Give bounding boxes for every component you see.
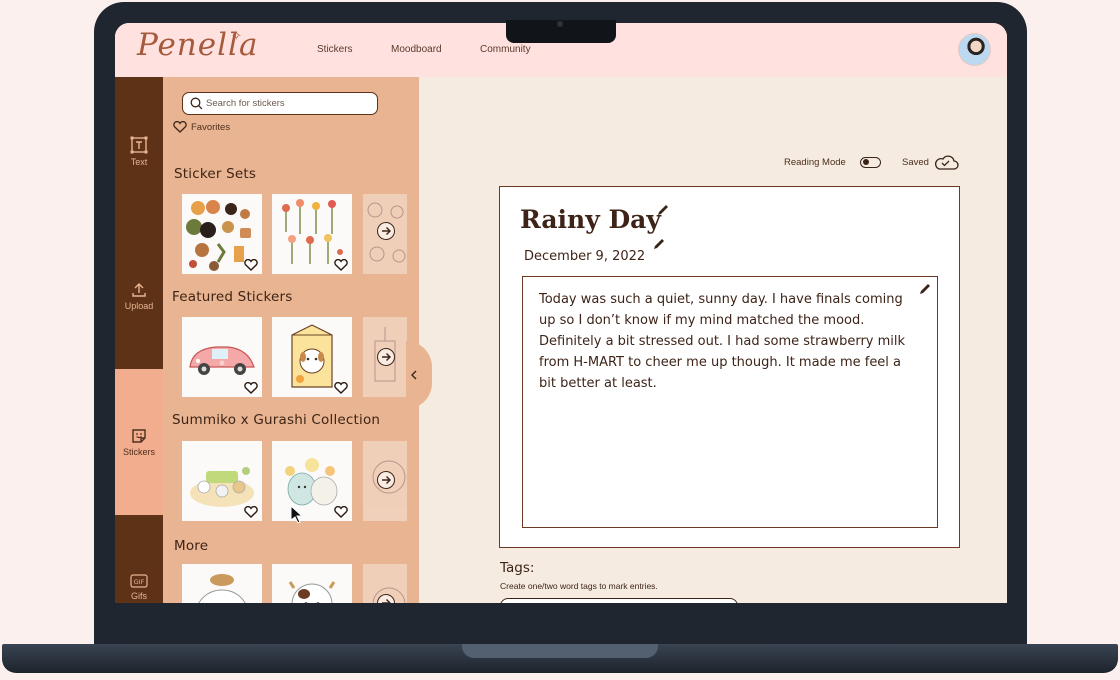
sticker-set-tile[interactable]: [272, 194, 352, 274]
rail-item-upload[interactable]: Upload: [115, 281, 163, 311]
sticker-set-tile[interactable]: [182, 194, 262, 274]
rail-item-text[interactable]: Text: [115, 135, 163, 167]
mouse-pointer-icon: [290, 505, 302, 523]
favorite-heart-icon[interactable]: [334, 382, 348, 394]
favorites-filter[interactable]: Favorites: [173, 121, 230, 133]
scroll-next-arrow[interactable]: [377, 471, 395, 489]
sticker-icon: [132, 429, 146, 443]
favorite-heart-icon[interactable]: [334, 506, 348, 518]
text-tool-icon: [130, 136, 148, 154]
reading-mode-toggle[interactable]: [860, 157, 881, 168]
rail-item-gifs[interactable]: GIF Gifs: [115, 573, 163, 601]
section-title-featured-stickers: Featured Stickers: [172, 289, 293, 305]
section-title-sticker-sets: Sticker Sets: [174, 166, 257, 182]
more-sticker-tile[interactable]: [182, 564, 262, 603]
camera-icon: [557, 21, 563, 27]
favorite-heart-icon[interactable]: [244, 382, 258, 394]
rail-label: Gifs: [130, 591, 147, 601]
collection-sticker-tile[interactable]: [272, 441, 352, 521]
rail-label: Stickers: [122, 447, 155, 457]
gif-icon: GIF: [130, 574, 148, 588]
search-input[interactable]: [206, 95, 374, 112]
scroll-next-arrow[interactable]: [377, 348, 395, 366]
journal-entry-card: Rainy Day December 9, 2022 Today was suc…: [499, 186, 960, 548]
bunny-sticker-image: [198, 574, 246, 603]
entry-title[interactable]: Rainy Day: [520, 205, 661, 234]
nav-link-community[interactable]: Community: [480, 44, 531, 55]
sparkle-icon: ✧: [231, 29, 242, 44]
search-icon: [190, 97, 203, 110]
arrow-right-icon: [382, 476, 391, 484]
tool-rail: Text Upload Stickers GIF Gifs: [115, 77, 163, 603]
featured-sticker-tile[interactable]: [182, 317, 262, 397]
section-title-more: More: [174, 538, 209, 554]
arrow-right-icon: [382, 599, 391, 603]
collection-sticker-tile[interactable]: [182, 441, 262, 521]
user-avatar[interactable]: [958, 33, 991, 66]
reading-mode-label: Reading Mode: [784, 157, 846, 168]
sticker-panel: Favorites Sticker Sets Fe: [163, 77, 419, 603]
featured-sticker-tile[interactable]: [272, 317, 352, 397]
rail-dark-block: [115, 77, 163, 369]
rail-item-stickers[interactable]: Stickers: [115, 427, 163, 457]
sticker-search[interactable]: [182, 92, 378, 115]
nav-link-stickers[interactable]: Stickers: [317, 44, 353, 55]
rail-label: Text: [130, 157, 148, 167]
entry-body-box[interactable]: Today was such a quiet, sunny day. I hav…: [522, 276, 938, 528]
favorite-heart-icon[interactable]: [244, 259, 258, 271]
nav-link-moodboard[interactable]: Moodboard: [391, 44, 442, 55]
section-title-collection: Summiko x Gurashi Collection: [172, 412, 381, 428]
tags-hint: Create one/two word tags to mark entries…: [500, 581, 658, 591]
cloud-saved-icon: [935, 155, 959, 170]
arrow-right-icon: [382, 353, 391, 361]
cow-sticker-image: [288, 581, 336, 603]
scroll-next-arrow[interactable]: [377, 222, 395, 240]
app-screen: Penella ✧ Stickers Moodboard Community T…: [115, 23, 1007, 603]
more-sticker-tile[interactable]: [272, 564, 352, 603]
upload-icon: [132, 283, 146, 297]
tags-input[interactable]: [500, 598, 738, 603]
chevron-left-icon: [411, 370, 417, 380]
laptop-hinge: [462, 644, 658, 658]
heart-icon: [173, 121, 187, 133]
save-status: Saved: [902, 157, 929, 168]
edit-body-pencil-icon[interactable]: [918, 282, 932, 296]
favorite-heart-icon[interactable]: [334, 259, 348, 271]
edit-date-pencil-icon[interactable]: [652, 237, 666, 251]
edit-title-pencil-icon[interactable]: [656, 203, 670, 217]
rail-label: Upload: [124, 301, 154, 311]
svg-text:GIF: GIF: [134, 578, 145, 586]
entry-date[interactable]: December 9, 2022: [524, 249, 645, 264]
favorites-label: Favorites: [191, 121, 231, 133]
collapse-panel-button[interactable]: [406, 341, 432, 409]
tags-heading: Tags:: [500, 560, 535, 576]
entry-body-text[interactable]: Today was such a quiet, sunny day. I hav…: [539, 289, 917, 394]
favorite-heart-icon[interactable]: [244, 506, 258, 518]
arrow-right-icon: [382, 227, 391, 235]
